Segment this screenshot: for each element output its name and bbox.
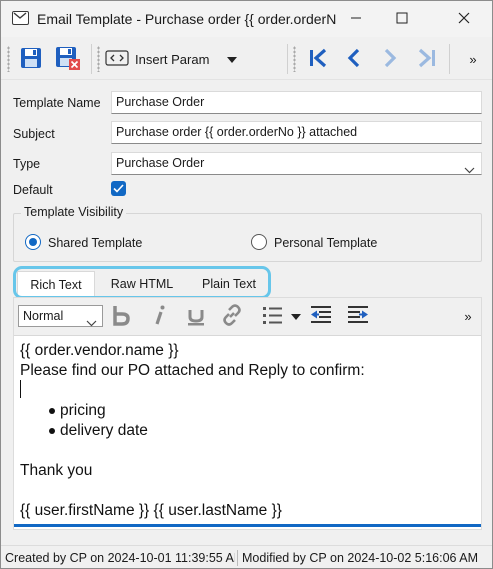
editor-line-signature: {{ user.firstName }} {{ user.lastName }} bbox=[20, 502, 282, 519]
first-record-button[interactable] bbox=[303, 44, 333, 74]
status-separator bbox=[237, 550, 238, 566]
caret-down-icon bbox=[291, 309, 301, 323]
chevron-down-icon bbox=[86, 313, 97, 333]
bullet-item-pricing: pricing bbox=[49, 402, 106, 419]
indent-button[interactable] bbox=[344, 303, 372, 329]
created-info: Created by CP on 2024-10-01 11:39:55 AM bbox=[5, 551, 235, 565]
italic-icon bbox=[151, 304, 167, 329]
underline-button[interactable] bbox=[182, 303, 210, 329]
email-app-icon bbox=[12, 11, 29, 25]
last-record-button[interactable] bbox=[411, 44, 443, 74]
checkmark-icon bbox=[113, 182, 124, 196]
shared-template-radio[interactable] bbox=[25, 234, 41, 250]
text-cursor bbox=[20, 380, 21, 398]
previous-record-button[interactable] bbox=[339, 44, 369, 74]
toolbar-separator bbox=[91, 44, 92, 74]
outdent-button[interactable] bbox=[307, 303, 335, 329]
paragraph-format-select[interactable]: Normal bbox=[18, 305, 103, 327]
window-title: Email Template - Purchase order {{ order… bbox=[37, 11, 337, 27]
main-toolbar: Insert Param » bbox=[1, 38, 492, 80]
template-name-label: Template Name bbox=[13, 96, 101, 110]
toolbar-grip[interactable] bbox=[293, 46, 296, 72]
insert-param-label: Insert Param bbox=[135, 51, 210, 67]
link-icon bbox=[220, 303, 244, 330]
editor-toolbar-overflow-button[interactable]: » bbox=[457, 303, 479, 329]
bold-button[interactable] bbox=[107, 303, 135, 329]
chevron-down-icon bbox=[464, 160, 475, 174]
close-button[interactable] bbox=[441, 1, 487, 37]
bullet-list-button[interactable] bbox=[256, 303, 290, 329]
email-template-window: Email Template - Purchase order {{ order… bbox=[0, 0, 493, 569]
indent-icon bbox=[346, 304, 370, 329]
underline-icon bbox=[186, 304, 206, 329]
template-name-field[interactable]: Purchase Order bbox=[111, 91, 482, 114]
bullet-list-icon bbox=[260, 304, 286, 329]
maximize-icon bbox=[396, 12, 408, 27]
subject-label: Subject bbox=[13, 127, 55, 141]
toolbar-separator bbox=[287, 44, 288, 74]
last-record-icon bbox=[416, 47, 438, 72]
personal-template-radio[interactable] bbox=[251, 234, 267, 250]
link-button[interactable] bbox=[218, 303, 246, 329]
save-button[interactable] bbox=[15, 44, 47, 74]
save-icon bbox=[19, 46, 43, 73]
editor-line-thanks: Thank you bbox=[20, 462, 93, 479]
bold-icon bbox=[111, 304, 131, 329]
tabs-highlight-annotation bbox=[13, 266, 271, 299]
template-visibility-title: Template Visibility bbox=[21, 205, 127, 219]
toolbar-grip[interactable] bbox=[97, 46, 100, 72]
save-close-icon bbox=[54, 45, 82, 74]
status-bar: Created by CP on 2024-10-01 11:39:55 AM … bbox=[1, 545, 492, 568]
bullet-item-delivery-date: delivery date bbox=[49, 422, 148, 439]
maximize-button[interactable] bbox=[379, 1, 425, 37]
editor-line-message: Please find our PO attached and Reply to… bbox=[20, 362, 365, 379]
toolbar-grip[interactable] bbox=[7, 46, 10, 72]
italic-button[interactable] bbox=[145, 303, 173, 329]
chevron-left-icon bbox=[343, 47, 365, 72]
personal-template-label[interactable]: Personal Template bbox=[274, 236, 377, 250]
close-icon bbox=[458, 12, 470, 27]
rich-text-editor[interactable]: {{ order.vendor.name }} Please find our … bbox=[15, 338, 479, 524]
minimize-button[interactable] bbox=[333, 1, 379, 37]
shared-template-label[interactable]: Shared Template bbox=[48, 236, 142, 250]
type-select[interactable]: Purchase Order bbox=[111, 152, 482, 175]
editor-line-vendor: {{ order.vendor.name }} bbox=[20, 342, 179, 359]
code-brackets-icon bbox=[105, 49, 129, 69]
next-record-button[interactable] bbox=[375, 44, 405, 74]
toolbar-separator bbox=[449, 44, 450, 74]
first-record-icon bbox=[307, 47, 329, 72]
type-label: Type bbox=[13, 157, 41, 171]
outdent-icon bbox=[309, 304, 333, 329]
default-label: Default bbox=[13, 183, 53, 197]
paragraph-format-value: Normal bbox=[23, 309, 64, 323]
title-bar[interactable]: Email Template - Purchase order {{ order… bbox=[1, 1, 492, 37]
editor-focus-bar bbox=[14, 524, 481, 527]
default-checkbox[interactable] bbox=[111, 181, 126, 196]
caret-down-icon bbox=[227, 52, 237, 66]
modified-info: Modified by CP on 2024-10-02 5:16:06 AM bbox=[242, 551, 479, 565]
insert-param-dropdown[interactable] bbox=[223, 44, 241, 74]
bullet-list-dropdown[interactable] bbox=[289, 303, 303, 329]
save-and-close-button[interactable] bbox=[51, 44, 85, 74]
type-select-value: Purchase Order bbox=[116, 156, 205, 170]
subject-field[interactable]: Purchase order {{ order.orderNo }} attac… bbox=[111, 121, 482, 144]
chevron-right-icon bbox=[379, 47, 401, 72]
minimize-icon bbox=[350, 12, 362, 27]
toolbar-overflow-button[interactable]: » bbox=[463, 44, 483, 74]
insert-param-button[interactable]: Insert Param bbox=[105, 44, 223, 74]
